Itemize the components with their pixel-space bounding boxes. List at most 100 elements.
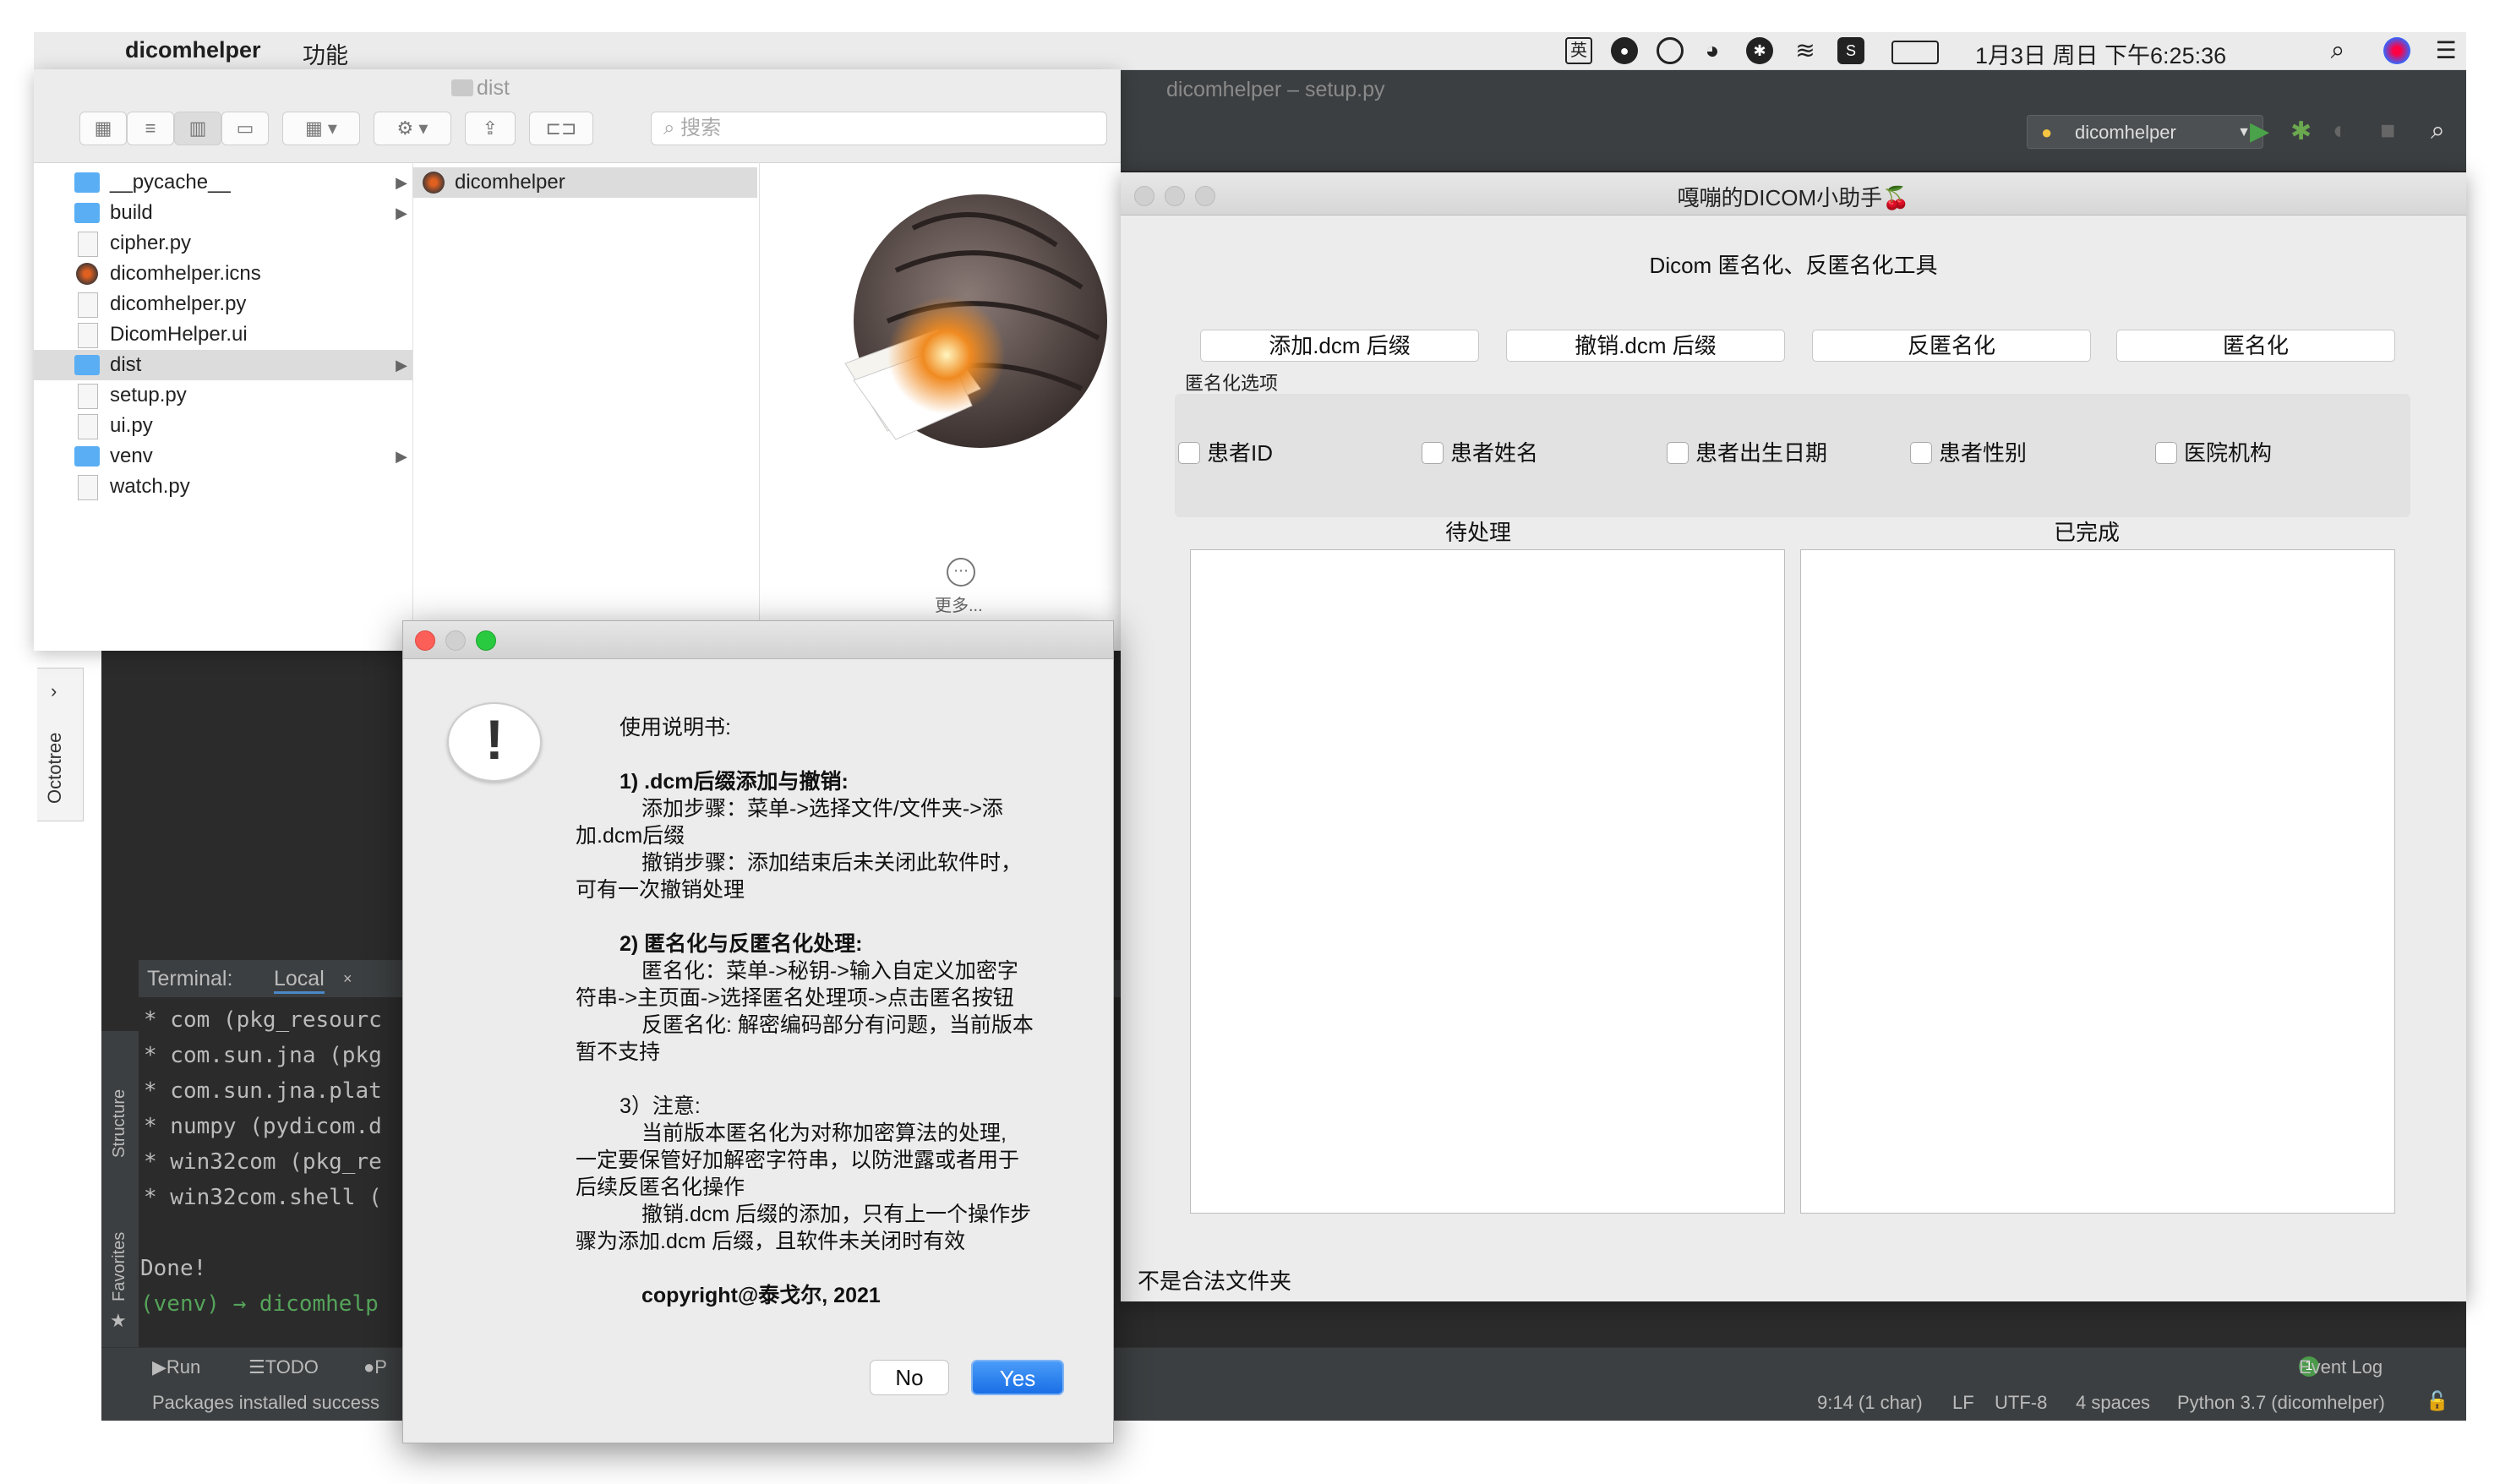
checkbox-box[interactable]: [1667, 442, 1689, 464]
todo-tab[interactable]: ☰ TODO: [248, 1356, 319, 1378]
checkbox-box[interactable]: [1422, 442, 1444, 464]
run-configuration-select[interactable]: ● dicomhelper ▼: [2027, 115, 2263, 149]
spotlight-search-icon[interactable]: ⌕: [2324, 37, 2351, 64]
dialog-text-line: 1) .dcm后缀添加与撤销:: [620, 770, 849, 794]
pending-list[interactable]: [1190, 549, 1785, 1214]
input-method-icon[interactable]: 英: [1565, 37, 1592, 64]
list-item[interactable]: venv ▶: [34, 441, 412, 472]
sync-icon[interactable]: [1657, 37, 1684, 64]
finder-title: dist: [477, 76, 510, 100]
run-icon[interactable]: ▶: [2250, 117, 2269, 146]
wechat-icon[interactable]: ◕: [1699, 37, 1726, 64]
status-line-separator[interactable]: LF: [1952, 1392, 1974, 1414]
status-message: Packages installed success: [152, 1392, 380, 1413]
more-icon[interactable]: ⋯: [947, 558, 975, 587]
group-button[interactable]: ▦ ▾: [282, 112, 360, 145]
list-item[interactable]: setup.py: [34, 380, 412, 411]
stop-icon[interactable]: ■: [2380, 117, 2395, 145]
finder-column-1[interactable]: __pycache__ ▶ build ▶ cipher.py dicomhelpe…: [34, 162, 413, 651]
list-item[interactable]: dicomhelper.icns: [34, 259, 412, 289]
status-encoding[interactable]: UTF-8: [1995, 1392, 2047, 1414]
s-app-icon[interactable]: S: [1837, 37, 1864, 64]
list-item[interactable]: ui.py: [34, 411, 412, 441]
close-icon[interactable]: ×: [343, 970, 352, 988]
battery-icon[interactable]: [1891, 41, 1939, 64]
terminal-line: (venv) → dicomhelp: [140, 1291, 379, 1317]
wifi-icon[interactable]: ≋: [1792, 37, 1819, 64]
search-icon[interactable]: ⌕: [2431, 117, 2445, 145]
dialog-text-line: 加.dcm后缀: [576, 824, 685, 848]
minimize-button: [445, 630, 466, 651]
share-button[interactable]: ⇪: [465, 112, 516, 145]
search-field[interactable]: ⌕ 搜索: [651, 112, 1107, 145]
list-item[interactable]: watch.py: [34, 472, 412, 502]
anonymize-button[interactable]: 匿名化: [2116, 330, 2395, 362]
terminal-output[interactable]: * com (pkg_resourc * com.sun.jna (pkg * …: [139, 997, 409, 1352]
more-label[interactable]: 更多...: [935, 592, 983, 616]
list-item[interactable]: build ▶: [34, 198, 412, 228]
terminal-line: * com.sun.jna.plat: [144, 1078, 382, 1104]
dialog-text-line: 一定要保管好加解密字符串，以防泄露或者用于: [576, 1148, 1020, 1172]
ide-side-toolbar: Structure Favorites ★: [101, 1031, 139, 1352]
list-view-button[interactable]: ≡: [127, 112, 174, 145]
control-center-icon[interactable]: ☰: [2432, 37, 2459, 64]
tag-button[interactable]: ⊏⊐: [529, 112, 593, 145]
status-interpreter[interactable]: Python 3.7 (dicomhelper): [2177, 1392, 2385, 1414]
instructions-dialog: ! 使用说明书: 1) .dcm后缀添加与撤销: 添加步骤：菜单->选择文件/文…: [402, 620, 1114, 1443]
menu-item-functions[interactable]: 功能: [303, 37, 348, 70]
list-item[interactable]: dist ▶: [34, 350, 412, 380]
lock-icon[interactable]: 🔓: [2426, 1390, 2448, 1412]
deanonymize-button[interactable]: 反匿名化: [1812, 330, 2091, 362]
gallery-view-button[interactable]: ▭: [221, 112, 269, 145]
coverage-icon[interactable]: ◐: [2333, 117, 2348, 145]
list-item[interactable]: dicomhelper.py: [34, 289, 412, 319]
undo-dcm-suffix-button[interactable]: 撤销.dcm 后缀: [1506, 330, 1785, 362]
menu-app-name[interactable]: dicomhelper: [125, 37, 261, 63]
pinwheel-icon[interactable]: ✱: [1746, 37, 1773, 64]
checkbox-box[interactable]: [2155, 442, 2177, 464]
checkbox-institution[interactable]: 医院机构: [2155, 436, 2272, 467]
status-indent[interactable]: 4 spaces: [2076, 1392, 2150, 1414]
octotree-tab[interactable]: › Octotree: [37, 668, 84, 821]
siri-icon[interactable]: [2383, 37, 2410, 64]
chevron-right-icon: ▶: [396, 357, 407, 374]
list-item[interactable]: dicomhelper: [412, 167, 757, 198]
checkbox-box[interactable]: [1178, 442, 1200, 464]
menu-bar: dicomhelper 功能 英 ● ◕ ✱ ≋ S 1月3日 周日 下午6:2…: [34, 32, 2466, 70]
action-gear-button[interactable]: ⚙ ▾: [374, 112, 451, 145]
pending-list-header: 待处理: [1445, 520, 1512, 545]
python-file-icon: [78, 414, 98, 439]
favorites-tab[interactable]: Favorites: [110, 1232, 129, 1301]
list-item[interactable]: cipher.py: [34, 228, 412, 259]
done-list[interactable]: [1800, 549, 2395, 1214]
terminal-tab-local[interactable]: Local: [274, 967, 325, 994]
debug-icon[interactable]: ✱: [2290, 117, 2312, 146]
python-icon: ●: [2041, 122, 2053, 143]
column-view-button[interactable]: ▥: [174, 112, 221, 145]
checkbox-patient-id[interactable]: 患者ID: [1178, 436, 1273, 467]
icon-view-button[interactable]: ▦: [79, 112, 127, 145]
status-caret-position[interactable]: 9:14 (1 char): [1817, 1392, 1923, 1414]
app-status-message: 不是合法文件夹: [1138, 1268, 1292, 1294]
finder-toolbar: dist ▦ ≡ ▥ ▭ ▦ ▾ ⚙ ▾ ⇪ ⊏⊐ ⌕ 搜索: [34, 69, 1121, 163]
checkbox-patient-birthdate[interactable]: 患者出生日期: [1667, 436, 1827, 467]
close-button[interactable]: [415, 630, 435, 651]
list-item[interactable]: DicomHelper.ui: [34, 319, 412, 350]
menu-clock[interactable]: 1月3日 周日 下午6:25:36: [1975, 37, 2226, 70]
item-name: dicomhelper: [455, 171, 565, 194]
run-tab[interactable]: ▶ Run: [152, 1356, 200, 1378]
yes-button[interactable]: Yes: [971, 1360, 1064, 1395]
problems-tab[interactable]: ● P: [363, 1356, 387, 1378]
list-item[interactable]: __pycache__ ▶: [34, 167, 412, 198]
checkbox-patient-sex[interactable]: 患者性别: [1910, 436, 2027, 467]
structure-tab[interactable]: Structure: [110, 1089, 129, 1158]
add-dcm-suffix-button[interactable]: 添加.dcm 后缀: [1200, 330, 1479, 362]
checkbox-box[interactable]: [1910, 442, 1932, 464]
no-button[interactable]: No: [870, 1360, 949, 1395]
finder-column-2[interactable]: dicomhelper: [412, 162, 760, 651]
item-name: dicomhelper.icns: [110, 262, 261, 285]
checkbox-patient-name[interactable]: 患者姓名: [1422, 436, 1538, 467]
zoom-button[interactable]: [476, 630, 496, 651]
dialog-text-line: 反匿名化: 解密编码部分有问题，当前版本: [641, 1013, 1034, 1037]
status-app-icon[interactable]: ●: [1611, 37, 1638, 64]
